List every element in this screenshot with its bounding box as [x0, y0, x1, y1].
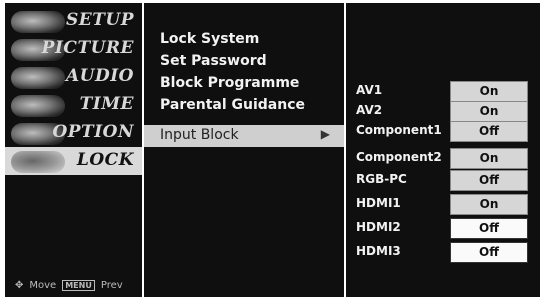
- move-arrows-icon: ✥: [15, 280, 24, 291]
- tv-osd-screen: SETUP PICTURE AUDIO TIME OPTION LOCK ✥ M…: [0, 0, 540, 300]
- input-toggle-value[interactable]: Off: [450, 218, 528, 239]
- input-name: Component2: [356, 150, 442, 164]
- category-audio[interactable]: AUDIO: [5, 63, 142, 91]
- category-label: PICTURE: [41, 38, 134, 58]
- input-row-component2[interactable]: Component2 On: [346, 148, 536, 169]
- category-setup[interactable]: SETUP: [5, 7, 142, 35]
- category-menu: SETUP PICTURE AUDIO TIME OPTION LOCK ✥ M…: [5, 3, 144, 297]
- clock-icon: [11, 95, 65, 117]
- input-toggle-value[interactable]: Off: [450, 170, 528, 191]
- input-toggle-value[interactable]: On: [450, 194, 528, 215]
- input-name: HDMI3: [356, 244, 401, 258]
- audio-icon: [11, 67, 65, 89]
- input-row-hdmi3[interactable]: HDMI3 Off: [346, 242, 536, 263]
- category-label: SETUP: [66, 10, 134, 30]
- input-block-panel: AV1 On AV2 On Component1 Off Component2 …: [346, 3, 540, 297]
- input-row-av1[interactable]: AV1 On: [346, 81, 536, 102]
- lock-icon: [11, 151, 65, 173]
- category-picture[interactable]: PICTURE: [5, 35, 142, 63]
- input-row-hdmi2[interactable]: HDMI2 Off: [346, 218, 536, 239]
- submenu-item-set-password[interactable]: Set Password: [160, 53, 267, 69]
- input-name: Component1: [356, 123, 442, 137]
- input-toggle-value[interactable]: Off: [450, 242, 528, 263]
- submenu-item-label: Input Block: [160, 127, 239, 143]
- category-label: LOCK: [76, 150, 134, 170]
- input-name: HDMI2: [356, 220, 401, 234]
- input-row-av2[interactable]: AV2 On: [346, 101, 536, 122]
- input-toggle-value[interactable]: On: [450, 148, 528, 169]
- submenu-item-lock-system[interactable]: Lock System: [160, 31, 259, 47]
- menu-key-icon: MENU: [62, 280, 95, 291]
- prev-label: Prev: [100, 280, 123, 291]
- category-label: AUDIO: [65, 66, 134, 86]
- move-label: Move: [29, 280, 57, 291]
- submenu-item-input-block[interactable]: Input Block ▶: [144, 125, 344, 147]
- category-label: TIME: [79, 94, 134, 114]
- lock-submenu: Lock System Set Password Block Programme…: [144, 3, 344, 297]
- category-label: OPTION: [52, 122, 134, 142]
- input-row-rgb-pc[interactable]: RGB-PC Off: [346, 170, 536, 191]
- input-toggle-value[interactable]: On: [450, 81, 528, 102]
- category-time[interactable]: TIME: [5, 91, 142, 119]
- input-row-component1[interactable]: Component1 Off: [346, 121, 536, 142]
- input-name: HDMI1: [356, 196, 401, 210]
- submenu-item-parental-guidance[interactable]: Parental Guidance: [160, 97, 305, 113]
- input-name: RGB-PC: [356, 172, 407, 186]
- submenu-item-block-programme[interactable]: Block Programme: [160, 75, 299, 91]
- triangle-right-icon: ▶: [320, 127, 330, 141]
- satellite-dish-icon: [11, 11, 65, 33]
- category-option[interactable]: OPTION: [5, 119, 142, 147]
- input-row-hdmi1[interactable]: HDMI1 On: [346, 194, 536, 215]
- input-name: AV2: [356, 103, 383, 117]
- footer-hint: ✥ Move MENU Prev: [15, 280, 123, 291]
- input-toggle-value[interactable]: Off: [450, 121, 528, 142]
- input-name: AV1: [356, 83, 383, 97]
- input-toggle-value[interactable]: On: [450, 101, 528, 122]
- category-lock[interactable]: LOCK: [5, 147, 142, 175]
